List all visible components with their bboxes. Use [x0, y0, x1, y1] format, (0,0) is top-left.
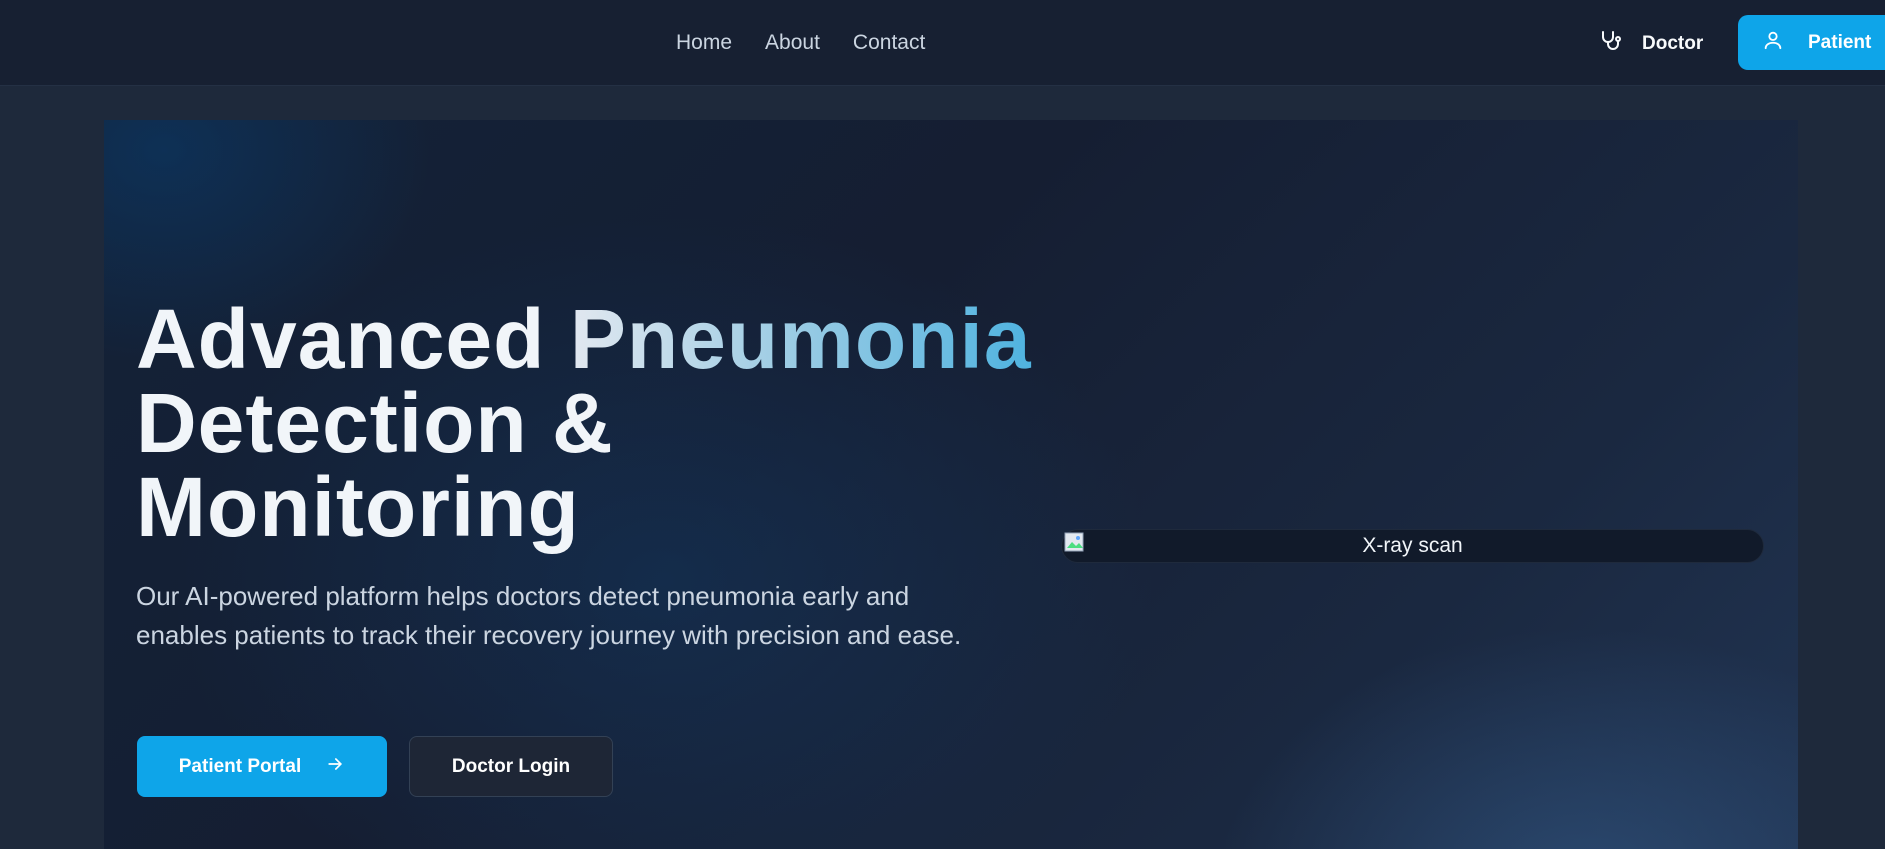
- hero-headline: Advanced Pneumonia Detection & Monitorin…: [136, 297, 1036, 549]
- headline-advanced: Advanced: [136, 292, 570, 386]
- patient-portal-button[interactable]: Patient Portal: [137, 736, 387, 797]
- doctor-nav-button[interactable]: Doctor: [1598, 24, 1703, 64]
- broken-image-icon: [1064, 532, 1086, 554]
- headline-detection: Detection &: [136, 376, 614, 470]
- patient-nav-label: Patient: [1808, 31, 1872, 53]
- arrow-right-icon: [325, 754, 345, 780]
- nav-links: Home About Contact: [676, 0, 925, 86]
- doctor-login-label: Doctor Login: [451, 755, 571, 777]
- nav-link-about[interactable]: About: [765, 31, 820, 55]
- headline-pneumonia: Pneumonia: [569, 292, 1032, 386]
- hero-subtext: Our AI-powered platform helps doctors de…: [136, 581, 962, 650]
- patient-nav-button[interactable]: Patient: [1738, 15, 1885, 70]
- xray-image-alt-text: X-ray scan: [1362, 534, 1463, 557]
- patient-portal-label: Patient Portal: [178, 755, 302, 777]
- doctor-nav-label: Doctor: [1642, 33, 1704, 54]
- nav-link-home[interactable]: Home: [676, 31, 732, 55]
- headline-monitoring: Monitoring: [136, 460, 580, 554]
- hero-section: Advanced Pneumonia Detection & Monitorin…: [104, 120, 1798, 849]
- navbar: Home About Contact Doctor Patient: [0, 0, 1885, 86]
- doctor-login-button[interactable]: Doctor Login: [409, 736, 613, 797]
- xray-image: X-ray scan: [1061, 529, 1764, 563]
- stethoscope-icon: [1598, 29, 1622, 59]
- nav-link-contact[interactable]: Contact: [853, 31, 925, 55]
- user-icon: [1762, 29, 1784, 57]
